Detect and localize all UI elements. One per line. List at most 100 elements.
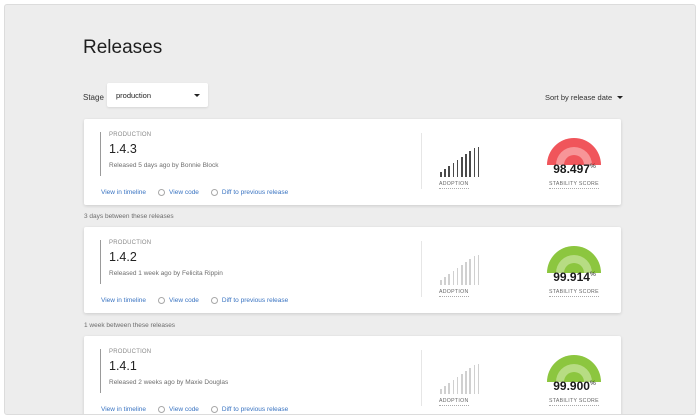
adoption-bar — [448, 273, 450, 285]
stability-label: STABILITY SCORE — [549, 181, 599, 189]
divider — [421, 133, 422, 189]
release-meta: Released 1 week ago by Felicita Rippin — [109, 270, 223, 277]
link-label: View code — [169, 297, 199, 304]
github-icon — [210, 406, 218, 413]
release-stage: PRODUCTION — [109, 349, 152, 355]
score-value: 99.914 — [553, 270, 590, 284]
stability-label: STABILITY SCORE — [549, 289, 599, 297]
adoption-bar — [444, 276, 446, 285]
stability-score: 99.914% — [547, 270, 602, 284]
github-icon — [158, 189, 166, 196]
view-in-timeline-link[interactable]: View in timeline — [101, 189, 146, 196]
releases-page: Releases Stage production Sort by releas… — [4, 4, 696, 415]
release-card: PRODUCTION 1.4.3 Released 5 days ago by … — [84, 119, 621, 205]
view-in-timeline-link[interactable]: View in timeline — [101, 297, 146, 304]
adoption-bar — [477, 147, 480, 177]
adoption-bar — [448, 382, 450, 394]
release-stage: PRODUCTION — [109, 240, 152, 246]
adoption-bar — [477, 255, 480, 285]
chevron-down-icon — [194, 93, 200, 97]
release-links: View in timeline View code Diff to previ… — [101, 297, 288, 304]
github-icon — [210, 189, 218, 196]
link-label: Diff to previous release — [221, 189, 289, 196]
sort-label: Sort by release date — [545, 93, 613, 102]
adoption-bar — [469, 150, 471, 177]
release-gap-note: 1 week between these releases — [84, 322, 176, 329]
adoption-bar — [473, 256, 476, 285]
score-unit: % — [589, 163, 596, 170]
score-value: 98.497 — [553, 162, 590, 176]
adoption-bar — [461, 156, 463, 177]
adoption-bar — [469, 258, 471, 285]
sort-dropdown[interactable]: Sort by release date — [545, 93, 624, 102]
view-in-timeline-link[interactable]: View in timeline — [101, 406, 146, 413]
page-title: Releases — [83, 37, 163, 58]
adoption-bar — [469, 367, 471, 394]
divider — [421, 350, 422, 406]
release-info: PRODUCTION 1.4.2 Released 1 week ago by … — [100, 240, 223, 284]
adoption-bar — [456, 376, 459, 394]
adoption-label: ADOPTION — [439, 289, 469, 297]
adoption-bar — [440, 388, 442, 394]
release-stage: PRODUCTION — [109, 132, 152, 138]
stability-score: 98.497% — [547, 162, 602, 176]
adoption-bar — [440, 171, 442, 177]
release-meta: Released 5 days ago by Bonnie Block — [109, 162, 219, 169]
stability-label: STABILITY SCORE — [549, 398, 599, 406]
link-label: View in timeline — [101, 406, 147, 413]
score-unit: % — [589, 271, 596, 278]
release-links: View in timeline View code Diff to previ… — [101, 189, 288, 196]
link-label: Diff to previous release — [221, 297, 289, 304]
link-label: View in timeline — [101, 297, 147, 304]
adoption-bar — [461, 373, 463, 394]
view-code-link[interactable]: View code — [158, 406, 199, 413]
adoption-bar — [452, 379, 455, 394]
diff-link[interactable]: Diff to previous release — [210, 189, 289, 196]
stage-label: Stage — [83, 93, 104, 102]
adoption-bar — [477, 364, 480, 394]
score-unit: % — [589, 380, 596, 387]
release-info: PRODUCTION 1.4.1 Released 2 weeks ago by… — [100, 349, 228, 393]
adoption-bar — [444, 168, 446, 177]
release-gap-note: 3 days between these releases — [84, 213, 174, 220]
release-card: PRODUCTION 1.4.1 Released 2 weeks ago by… — [84, 336, 621, 414]
github-icon — [210, 297, 218, 304]
adoption-bar — [465, 370, 467, 394]
stability-score: 99.900% — [547, 379, 602, 393]
adoption-label: ADOPTION — [439, 181, 469, 189]
score-value: 99.900 — [553, 379, 590, 393]
adoption-label: ADOPTION — [439, 398, 469, 406]
adoption-bar — [465, 153, 467, 177]
chevron-down-icon — [617, 96, 624, 99]
adoption-bar — [448, 165, 450, 177]
link-label: View in timeline — [101, 189, 147, 196]
link-label: Diff to previous release — [221, 406, 289, 413]
diff-link[interactable]: Diff to previous release — [210, 406, 289, 413]
github-icon — [158, 406, 166, 413]
release-info: PRODUCTION 1.4.3 Released 5 days ago by … — [100, 132, 219, 176]
adoption-bar — [473, 365, 476, 394]
view-code-link[interactable]: View code — [158, 297, 199, 304]
adoption-bar — [452, 162, 455, 177]
adoption-bar — [452, 270, 455, 285]
adoption-chart — [440, 255, 484, 285]
divider — [421, 241, 422, 297]
link-label: View code — [169, 406, 199, 413]
adoption-bar — [461, 264, 463, 285]
adoption-bar — [444, 385, 446, 394]
release-card: PRODUCTION 1.4.2 Released 1 week ago by … — [84, 227, 621, 313]
adoption-bar — [465, 261, 467, 285]
release-version[interactable]: 1.4.1 — [109, 359, 228, 373]
stage-select[interactable]: production — [107, 83, 208, 107]
adoption-bar — [456, 159, 459, 177]
github-icon — [158, 297, 166, 304]
adoption-bar — [456, 267, 459, 285]
view-code-link[interactable]: View code — [158, 189, 199, 196]
release-links: View in timeline View code Diff to previ… — [101, 406, 288, 413]
adoption-chart — [440, 147, 484, 177]
release-version[interactable]: 1.4.2 — [109, 250, 223, 264]
adoption-chart — [440, 364, 484, 394]
diff-link[interactable]: Diff to previous release — [210, 297, 289, 304]
release-version[interactable]: 1.4.3 — [109, 142, 219, 156]
link-label: View code — [169, 189, 199, 196]
